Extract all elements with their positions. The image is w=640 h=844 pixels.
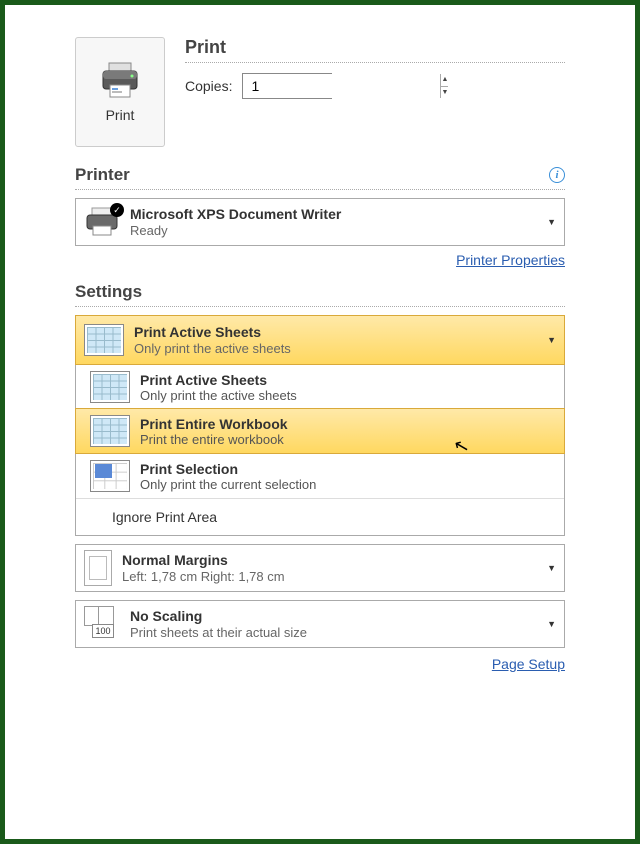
option-sub: Print the entire workbook (140, 432, 288, 447)
option-print-entire-workbook[interactable]: Print Entire Workbook Print the entire w… (75, 408, 565, 454)
option-print-selection[interactable]: Print Selection Only print the current s… (76, 453, 564, 498)
printer-dropdown[interactable]: ✓ Microsoft XPS Document Writer Ready ▼ (75, 198, 565, 246)
print-title: Print (185, 37, 565, 63)
print-backstage-panel: Print Print Copies: ▲ ▼ Printer i (0, 0, 640, 844)
printer-name: Microsoft XPS Document Writer (130, 206, 537, 223)
option-ignore-print-area[interactable]: Ignore Print Area (76, 498, 564, 535)
margins-icon (84, 550, 112, 586)
scaling-dropdown[interactable]: 100 No Scaling Print sheets at their act… (75, 600, 565, 648)
settings-section-title: Settings (75, 282, 142, 302)
printer-ready-badge-icon: ✓ (110, 203, 124, 217)
selection-icon (90, 460, 130, 492)
sheets-icon (84, 324, 124, 356)
print-button-label: Print (106, 107, 135, 123)
copies-down-icon[interactable]: ▼ (441, 87, 448, 99)
info-icon[interactable]: i (549, 167, 565, 183)
scaling-badge: 100 (92, 624, 114, 638)
option-sub: Only print the active sheets (140, 388, 297, 403)
printer-icon (99, 61, 141, 99)
top-row: Print Print Copies: ▲ ▼ (75, 37, 565, 147)
copies-row: Copies: ▲ ▼ (185, 73, 565, 99)
page-setup-row: Page Setup (75, 656, 565, 672)
option-sub: Only print the current selection (140, 477, 316, 492)
printer-status: Ready (130, 223, 537, 239)
margins-title: Normal Margins (122, 552, 537, 569)
scaling-icon: 100 (84, 606, 120, 642)
scaling-sub: Print sheets at their actual size (130, 625, 537, 641)
printer-section-title: Printer (75, 165, 130, 185)
copies-label: Copies: (185, 78, 232, 94)
chevron-down-icon: ▼ (547, 563, 556, 573)
chevron-down-icon: ▼ (547, 217, 556, 227)
printer-properties-link[interactable]: Printer Properties (456, 252, 565, 268)
option-title: Print Active Sheets (140, 372, 297, 388)
copies-up-icon[interactable]: ▲ (441, 74, 448, 87)
option-title: Print Entire Workbook (140, 416, 288, 432)
margins-sub: Left: 1,78 cm Right: 1,78 cm (122, 569, 537, 585)
option-print-active-sheets[interactable]: Print Active Sheets Only print the activ… (76, 365, 564, 409)
print-title-area: Print Copies: ▲ ▼ (185, 37, 565, 147)
settings-section: Print Active Sheets Only print the activ… (75, 315, 565, 672)
print-what-menu: Print Active Sheets Only print the activ… (75, 365, 565, 536)
printer-section-header: Printer i (75, 165, 565, 190)
margins-dropdown[interactable]: Normal Margins Left: 1,78 cm Right: 1,78… (75, 544, 565, 592)
print-what-dropdown[interactable]: Print Active Sheets Only print the activ… (75, 315, 565, 365)
printer-properties-row: Printer Properties (75, 252, 565, 268)
print-what-sub: Only print the active sheets (134, 341, 537, 357)
scaling-title: No Scaling (130, 608, 537, 625)
option-title: Print Selection (140, 461, 316, 477)
sheets-icon (90, 371, 130, 403)
workbook-icon (90, 415, 130, 447)
chevron-down-icon: ▼ (547, 335, 556, 345)
chevron-down-icon: ▼ (547, 619, 556, 629)
print-button[interactable]: Print (75, 37, 165, 147)
print-what-title: Print Active Sheets (134, 324, 537, 341)
copies-input[interactable] (243, 74, 440, 98)
page-setup-link[interactable]: Page Setup (492, 656, 565, 672)
copies-spinner-arrows: ▲ ▼ (440, 74, 448, 98)
settings-section-header: Settings (75, 282, 565, 307)
copies-spinner[interactable]: ▲ ▼ (242, 73, 332, 99)
printer-device-icon: ✓ (84, 207, 120, 237)
